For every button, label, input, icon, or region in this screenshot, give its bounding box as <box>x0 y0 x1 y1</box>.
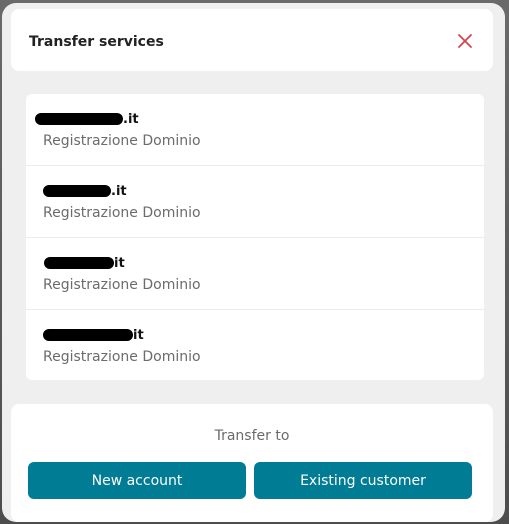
service-type: Registrazione Dominio <box>43 133 201 149</box>
redacted-domain <box>44 257 114 269</box>
domain-tld: .it <box>111 183 127 199</box>
transfer-to-label: Transfer to <box>214 428 290 444</box>
service-type: Registrazione Dominio <box>43 205 201 221</box>
list-item: .it Registrazione Dominio <box>26 166 484 238</box>
domain-tld: .it <box>123 111 139 127</box>
domain-name: it <box>44 255 125 271</box>
existing-customer-button[interactable]: Existing customer <box>254 462 472 499</box>
domain-tld: it <box>133 327 144 343</box>
close-button[interactable] <box>457 33 473 49</box>
list-item: .it Registrazione Dominio <box>26 94 484 166</box>
redacted-domain <box>43 185 111 197</box>
transfer-footer: Transfer to New account Existing custome… <box>11 404 493 522</box>
domain-tld: it <box>114 255 125 271</box>
list-item: it Registrazione Dominio <box>26 310 484 380</box>
list-item: it Registrazione Dominio <box>26 238 484 310</box>
new-account-button[interactable]: New account <box>28 462 246 499</box>
domain-name: .it <box>35 111 139 127</box>
service-type: Registrazione Dominio <box>43 349 201 365</box>
services-list: .it Registrazione Dominio .it Registrazi… <box>26 94 484 380</box>
close-icon <box>458 34 472 48</box>
transfer-services-dialog: Transfer services .it Registrazione Domi… <box>2 3 505 522</box>
domain-name: .it <box>43 183 127 199</box>
dialog-header: Transfer services <box>11 9 493 71</box>
redacted-domain <box>43 329 133 341</box>
domain-name: it <box>43 327 144 343</box>
redacted-domain <box>35 113 123 125</box>
dialog-title: Transfer services <box>29 34 164 50</box>
service-type: Registrazione Dominio <box>43 277 201 293</box>
